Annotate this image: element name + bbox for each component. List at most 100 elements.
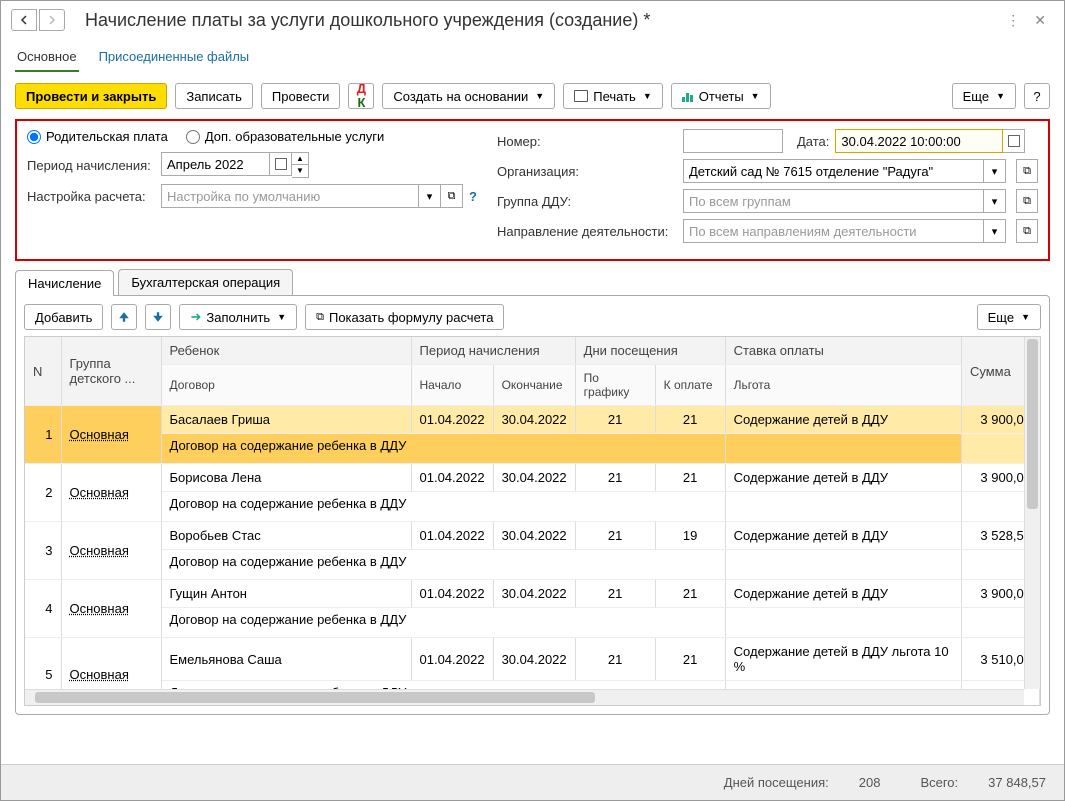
col-start[interactable]: Начало bbox=[411, 365, 493, 406]
open-icon: ⧉ bbox=[1023, 165, 1031, 178]
grid: N Группа детского ... Ребенок Период нач… bbox=[24, 336, 1041, 706]
chart-icon bbox=[682, 90, 694, 102]
more-button[interactable]: Еще▼ bbox=[952, 83, 1016, 109]
period-spinner[interactable]: ▲▼ bbox=[292, 152, 309, 178]
close-icon[interactable]: ✕ bbox=[1034, 12, 1046, 29]
direction-dropdown-button[interactable]: ▾ bbox=[984, 219, 1006, 243]
period-calendar-button[interactable] bbox=[270, 152, 292, 176]
group-label: Группа ДДУ: bbox=[497, 194, 677, 209]
toolbar: Провести и закрыть Записать Провести ДК … bbox=[1, 73, 1064, 119]
date-input[interactable]: 30.04.2022 10:00:00 bbox=[835, 129, 1003, 153]
post-button[interactable]: Провести bbox=[261, 83, 341, 109]
horizontal-scrollbar[interactable] bbox=[25, 689, 1024, 705]
col-pay[interactable]: К оплате bbox=[655, 365, 725, 406]
group-link[interactable]: Основная bbox=[70, 427, 129, 442]
footer: Дней посещения: 208 Всего: 37 848,57 bbox=[1, 764, 1064, 800]
nav-forward-button[interactable] bbox=[39, 9, 65, 31]
group-link[interactable]: Основная bbox=[70, 485, 129, 500]
direction-open-button[interactable]: ⧉ bbox=[1016, 219, 1038, 243]
header-form: Родительская плата Доп. образовательные … bbox=[15, 119, 1050, 261]
fill-button[interactable]: ➜Заполнить▼ bbox=[179, 304, 297, 330]
fill-icon: ➜ bbox=[190, 309, 201, 325]
nav-back-button[interactable] bbox=[11, 9, 37, 31]
table-row[interactable]: 1ОсновнаяБасалаев Гриша01.04.202230.04.2… bbox=[25, 406, 1040, 434]
group-link[interactable]: Основная bbox=[70, 667, 129, 682]
window: Начисление платы за услуги дошкольного у… bbox=[0, 0, 1065, 801]
reports-button[interactable]: Отчеты▼ bbox=[671, 83, 771, 109]
number-input[interactable] bbox=[683, 129, 783, 153]
period-label: Период начисления: bbox=[27, 158, 155, 173]
date-calendar-button[interactable] bbox=[1003, 129, 1025, 153]
footer-days-value: 208 bbox=[859, 775, 881, 790]
col-n[interactable]: N bbox=[25, 337, 61, 406]
radio-extra-services[interactable]: Доп. образовательные услуги bbox=[186, 129, 384, 144]
open-icon: ⧉ bbox=[1023, 225, 1031, 238]
main-tabs: Основное Присоединенные файлы bbox=[1, 39, 1064, 73]
help-button[interactable]: ? bbox=[1024, 83, 1050, 109]
grid-more-button[interactable]: Еще▼ bbox=[977, 304, 1041, 330]
org-label: Организация: bbox=[497, 164, 677, 179]
show-formula-button[interactable]: ⧉Показать формулу расчета bbox=[305, 304, 504, 330]
group-link[interactable]: Основная bbox=[70, 601, 129, 616]
dt-kt-icon: ДК bbox=[357, 82, 366, 110]
col-days[interactable]: Дни посещения bbox=[575, 337, 725, 365]
group-dropdown-button[interactable]: ▾ bbox=[984, 189, 1006, 213]
table-row[interactable]: 3ОсновнаяВоробьев Стас01.04.202230.04.20… bbox=[25, 522, 1040, 550]
org-open-button[interactable]: ⧉ bbox=[1016, 159, 1038, 183]
col-contract[interactable]: Договор bbox=[161, 365, 411, 406]
col-benefit[interactable]: Льгота bbox=[725, 365, 961, 406]
direction-input[interactable]: По всем направлениям деятельности bbox=[683, 219, 984, 243]
group-input[interactable]: По всем группам bbox=[683, 189, 984, 213]
col-child[interactable]: Ребенок bbox=[161, 337, 411, 365]
calendar-icon bbox=[1008, 135, 1020, 147]
table-subrow[interactable]: Договор на содержание ребенка в ДДУ bbox=[25, 608, 1040, 638]
add-row-button[interactable]: Добавить bbox=[24, 304, 103, 330]
subtab-body: Добавить ➜Заполнить▼ ⧉Показать формулу р… bbox=[15, 295, 1050, 715]
tab-files[interactable]: Присоединенные файлы bbox=[97, 43, 252, 72]
titlebar: Начисление платы за услуги дошкольного у… bbox=[1, 1, 1064, 39]
calendar-icon bbox=[275, 158, 287, 170]
period-input[interactable]: Апрель 2022 bbox=[161, 152, 270, 176]
print-icon bbox=[574, 90, 588, 102]
direction-label: Направление деятельности: bbox=[497, 224, 677, 239]
table-row[interactable]: 2ОсновнаяБорисова Лена01.04.202230.04.20… bbox=[25, 464, 1040, 492]
footer-days-label: Дней посещения: bbox=[724, 775, 829, 790]
move-up-button[interactable] bbox=[111, 304, 137, 330]
more-actions-icon[interactable]: ⋮ bbox=[1006, 12, 1020, 29]
date-label: Дата: bbox=[797, 134, 829, 149]
number-label: Номер: bbox=[497, 134, 677, 149]
col-end[interactable]: Окончание bbox=[493, 365, 575, 406]
dt-kt-button[interactable]: ДК bbox=[348, 83, 374, 109]
tab-main[interactable]: Основное bbox=[15, 43, 79, 72]
table-subrow[interactable]: Договор на содержание ребенка в ДДУ bbox=[25, 434, 1040, 464]
post-and-close-button[interactable]: Провести и закрыть bbox=[15, 83, 167, 109]
table-subrow[interactable]: Договор на содержание ребенка в ДДУ bbox=[25, 492, 1040, 522]
table-row[interactable]: 4ОсновнаяГущин Антон01.04.202230.04.2022… bbox=[25, 580, 1040, 608]
table-row[interactable]: 5ОсновнаяЕмельянова Саша01.04.202230.04.… bbox=[25, 638, 1040, 681]
page-title: Начисление платы за услуги дошкольного у… bbox=[85, 10, 1006, 31]
setting-dropdown-button[interactable]: ▾ bbox=[419, 184, 441, 208]
subtab-accrual[interactable]: Начисление bbox=[15, 270, 114, 296]
open-icon: ⧉ bbox=[448, 190, 456, 203]
group-open-button[interactable]: ⧉ bbox=[1016, 189, 1038, 213]
grid-toolbar: Добавить ➜Заполнить▼ ⧉Показать формулу р… bbox=[24, 304, 1041, 330]
radio-parent-fee[interactable]: Родительская плата bbox=[27, 129, 168, 144]
setting-help-icon[interactable]: ? bbox=[469, 189, 477, 204]
print-button[interactable]: Печать▼ bbox=[563, 83, 663, 109]
vertical-scrollbar[interactable] bbox=[1024, 337, 1040, 689]
col-group[interactable]: Группа детского ... bbox=[61, 337, 161, 406]
move-down-button[interactable] bbox=[145, 304, 171, 330]
subtab-accounting[interactable]: Бухгалтерская операция bbox=[118, 269, 293, 295]
col-period[interactable]: Период начисления bbox=[411, 337, 575, 365]
setting-open-button[interactable]: ⧉ bbox=[441, 184, 463, 208]
open-icon: ⧉ bbox=[1023, 195, 1031, 208]
save-button[interactable]: Записать bbox=[175, 83, 253, 109]
setting-input[interactable]: Настройка по умолчанию bbox=[161, 184, 419, 208]
create-based-button[interactable]: Создать на основании▼ bbox=[382, 83, 555, 109]
org-dropdown-button[interactable]: ▾ bbox=[984, 159, 1006, 183]
col-rate[interactable]: Ставка оплаты bbox=[725, 337, 961, 365]
table-subrow[interactable]: Договор на содержание ребенка в ДДУ bbox=[25, 550, 1040, 580]
org-input[interactable]: Детский сад № 7615 отделение "Радуга" bbox=[683, 159, 984, 183]
col-plan[interactable]: По графику bbox=[575, 365, 655, 406]
group-link[interactable]: Основная bbox=[70, 543, 129, 558]
